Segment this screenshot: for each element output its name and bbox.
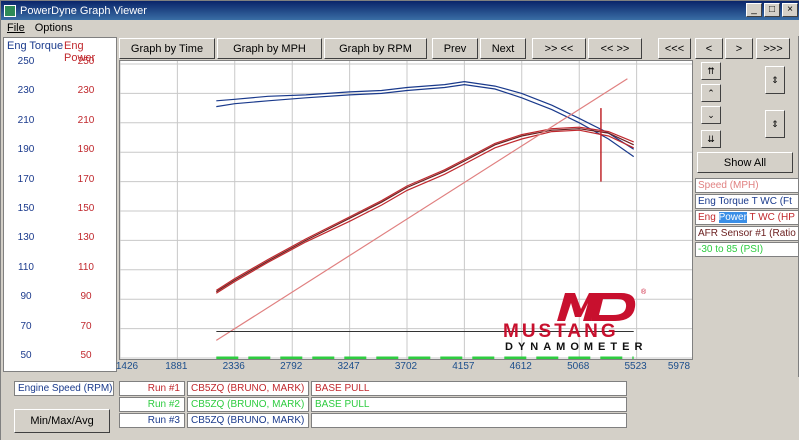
y-tick-torque: 50 bbox=[20, 350, 32, 361]
legend-psi-label: -30 to 85 (PSI) bbox=[698, 244, 764, 255]
legend-power-post: T WC (HP bbox=[746, 212, 795, 223]
y-tick-power: 110 bbox=[78, 261, 94, 273]
run-2-note[interactable]: BASE PULL bbox=[311, 397, 627, 412]
legend-power[interactable]: Eng Power T WC (HP bbox=[695, 210, 799, 225]
y-axis-panel: Eng Torque Eng Power 250 250 230 230 210 210 1… bbox=[3, 37, 117, 372]
scroll-left-button[interactable]: < bbox=[695, 38, 723, 59]
scroll-far-left-button[interactable]: <<< bbox=[658, 38, 691, 59]
prev-button[interactable]: Prev bbox=[432, 38, 478, 59]
series-line-0 bbox=[216, 80, 635, 150]
legend-power-pre: Eng bbox=[698, 212, 719, 223]
legend-afr[interactable]: AFR Sensor #1 (Ratio bbox=[695, 226, 799, 241]
legend-speed[interactable]: Speed (MPH) bbox=[695, 178, 799, 193]
registered-mark: ® bbox=[641, 289, 647, 296]
x-tick-label: 1426 bbox=[115, 361, 139, 372]
scale-expand-button[interactable]: ⇕ bbox=[765, 66, 785, 94]
run-2-label[interactable]: Run #2 bbox=[119, 397, 185, 412]
graph-by-mph-button[interactable]: Graph by MPH bbox=[217, 38, 322, 59]
legend-speed-label: Speed (MPH) bbox=[698, 180, 759, 191]
x-tick-label: 1881 bbox=[165, 361, 188, 372]
x-axis-label-engine-speed[interactable]: Engine Speed (RPM) bbox=[14, 381, 114, 396]
run-1-info[interactable]: CB5ZQ (BRUNO, MARK) bbox=[187, 381, 309, 396]
legend-power-highlight: Power bbox=[718, 212, 747, 223]
run-3-label[interactable]: Run #3 bbox=[119, 413, 185, 428]
x-tick-label: 5068 bbox=[567, 361, 590, 372]
y-tick-torque: 70 bbox=[20, 320, 32, 332]
scale-down-double-button[interactable]: ⇊ bbox=[701, 130, 721, 148]
x-tick-label: 4157 bbox=[452, 361, 475, 372]
scale-compress-button[interactable]: ⇕ bbox=[765, 110, 785, 138]
y-tick-power: 90 bbox=[80, 291, 92, 303]
scroll-far-right-button[interactable]: >>> bbox=[756, 38, 790, 59]
y-tick-power: 190 bbox=[77, 144, 95, 156]
y-tick-power: 50 bbox=[80, 350, 92, 361]
x-tick-label: 5523 bbox=[624, 361, 647, 372]
series-line-4 bbox=[215, 128, 634, 293]
md-logo-mark bbox=[557, 293, 636, 321]
y-tick-power: 130 bbox=[77, 232, 95, 244]
y-tick-power: 70 bbox=[80, 320, 92, 332]
run-info-panel: Engine Speed (RPM) Min/Max/Avg Run #1 CB… bbox=[1, 377, 799, 440]
x-tick-label: 2336 bbox=[222, 361, 245, 372]
maximize-button[interactable]: □ bbox=[764, 3, 780, 17]
legend-torque-label: Eng Torque T WC (Ft bbox=[698, 196, 792, 207]
menu-options[interactable]: Options bbox=[35, 22, 73, 34]
logo-dynamometer-text: DYNAMOMETER bbox=[505, 341, 648, 353]
y-tick-torque: 150 bbox=[17, 203, 35, 214]
x-tick-label: 3247 bbox=[337, 361, 360, 372]
run-3-info[interactable]: CB5ZQ (BRUNO, MARK) bbox=[187, 413, 309, 428]
x-tick-label: 2792 bbox=[280, 361, 303, 372]
y-tick-torque: 130 bbox=[17, 232, 35, 244]
minimize-button[interactable]: _ bbox=[746, 3, 762, 17]
show-all-button[interactable]: Show All bbox=[697, 152, 793, 173]
y-tick-power: 250 bbox=[77, 56, 95, 67]
y-axis-torque-label[interactable]: Eng Torque bbox=[7, 40, 63, 52]
x-axis-ticks: 1426 1881 2336 2792 3247 3702 4157 4612 5068 5523… bbox=[115, 361, 693, 375]
mustang-dynamometer-logo: ® MUSTANG DYNAMOMETER bbox=[499, 289, 693, 355]
graph-by-rpm-button[interactable]: Graph by RPM bbox=[324, 38, 427, 59]
y-tick-torque: 110 bbox=[18, 261, 34, 273]
legend-psi[interactable]: -30 to 85 (PSI) bbox=[695, 242, 799, 257]
app-icon bbox=[4, 4, 16, 17]
min-max-avg-button[interactable]: Min/Max/Avg bbox=[14, 409, 110, 433]
series-line-2 bbox=[215, 126, 634, 291]
run-1-note[interactable]: BASE PULL bbox=[311, 381, 627, 396]
scale-up-double-button[interactable]: ⇈ bbox=[701, 62, 721, 80]
legend-torque[interactable]: Eng Torque T WC (Ft bbox=[695, 194, 799, 209]
close-button[interactable]: × bbox=[782, 3, 798, 17]
scale-down-button[interactable]: ⌄ bbox=[701, 106, 721, 124]
zoom-out-button[interactable]: << >> bbox=[588, 38, 642, 59]
legend-afr-label: AFR Sensor #1 (Ratio bbox=[698, 228, 796, 239]
y-tick-torque: 230 bbox=[17, 85, 35, 97]
y-tick-power: 210 bbox=[77, 114, 95, 126]
y-tick-torque: 210 bbox=[17, 114, 35, 126]
title-bar[interactable]: PowerDyne Graph Viewer _ □ × bbox=[1, 1, 799, 20]
y-tick-power: 150 bbox=[77, 203, 95, 214]
y-tick-torque: 190 bbox=[17, 144, 35, 156]
scroll-right-button[interactable]: > bbox=[725, 38, 753, 59]
y-tick-torque: 170 bbox=[17, 173, 35, 185]
run-3-note[interactable] bbox=[311, 413, 627, 428]
graph-by-time-button[interactable]: Graph by Time bbox=[119, 38, 215, 59]
y-tick-power: 230 bbox=[77, 85, 95, 97]
x-tick-label: 5978 bbox=[667, 361, 691, 372]
x-tick-label: 3702 bbox=[394, 361, 418, 372]
y-tick-power: 170 bbox=[77, 173, 95, 185]
series-line-3 bbox=[215, 129, 634, 294]
run-1-label[interactable]: Run #1 bbox=[119, 381, 185, 396]
y-tick-torque: 90 bbox=[20, 291, 32, 303]
next-button[interactable]: Next bbox=[480, 38, 526, 59]
zoom-in-button[interactable]: >> << bbox=[532, 38, 586, 59]
x-tick-label: 4612 bbox=[509, 361, 532, 372]
logo-mustang-text: MUSTANG bbox=[503, 321, 619, 342]
menu-bar: File Options bbox=[1, 20, 799, 36]
app-window: PowerDyne Graph Viewer _ □ × File Option… bbox=[0, 0, 799, 440]
scale-up-button[interactable]: ⌃ bbox=[701, 84, 721, 102]
menu-file[interactable]: File bbox=[7, 22, 25, 34]
y-tick-torque: 250 bbox=[17, 56, 35, 67]
right-panel: ⇈ ⇕ ⌃ ⌄ ⇕ ⇊ Show All Speed (MPH) Eng Tor… bbox=[695, 60, 799, 360]
run-2-info[interactable]: CB5ZQ (BRUNO, MARK) bbox=[187, 397, 309, 412]
window-title: PowerDyne Graph Viewer bbox=[20, 4, 147, 17]
